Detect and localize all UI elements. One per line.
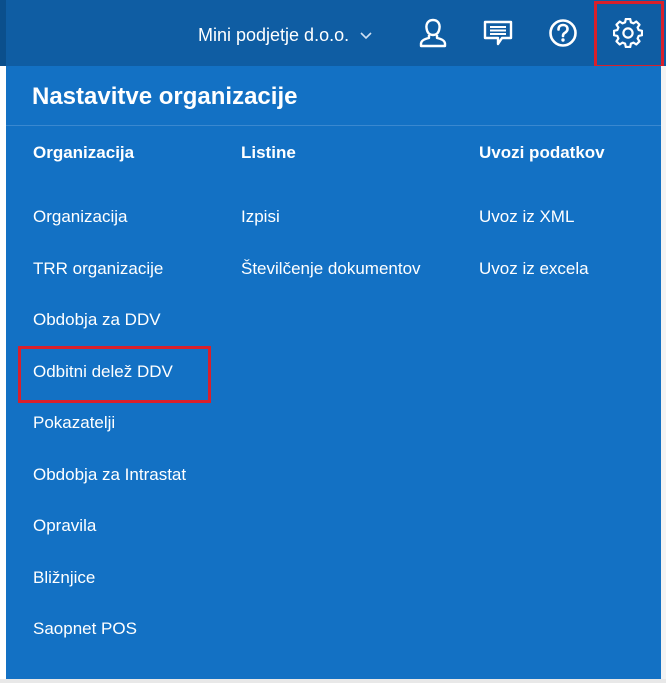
menu-column-uvozi-podatkov: Uvoz iz XML Uvoz iz excela xyxy=(479,206,589,309)
chevron-down-icon xyxy=(360,32,372,40)
menu-item-obdobja-za-ddv[interactable]: Obdobja za DDV xyxy=(33,309,186,361)
messages-button[interactable] xyxy=(475,10,521,56)
menu-item-uvoz-iz-xml[interactable]: Uvoz iz XML xyxy=(479,206,589,258)
company-selector[interactable]: Mini podjetje d.o.o. xyxy=(198,22,373,48)
menu-item-obdobja-za-intrastat[interactable]: Obdobja za Intrastat xyxy=(33,464,186,516)
top-navigation-bar: Mini podjetje d.o.o. xyxy=(0,0,666,66)
menu-item-opravila[interactable]: Opravila xyxy=(33,515,186,567)
help-icon xyxy=(549,19,577,47)
menu-item-saopnet-pos[interactable]: Saopnet POS xyxy=(33,618,186,670)
gear-icon xyxy=(613,18,643,48)
menu-item-bliznjice[interactable]: Bližnjice xyxy=(33,567,186,619)
menu-item-uvoz-iz-excela[interactable]: Uvoz iz excela xyxy=(479,258,589,310)
menu-divider xyxy=(6,125,661,126)
menu-item-trr-organizacije[interactable]: TRR organizacije xyxy=(33,258,186,310)
organization-settings-menu: Nastavitve organizacije Organizacija Lis… xyxy=(6,66,661,681)
settings-button[interactable] xyxy=(605,10,651,56)
page-edge-bottom xyxy=(0,679,666,683)
column-heading-organizacija: Organizacija xyxy=(33,143,135,162)
page-edge-right xyxy=(661,66,666,683)
menu-item-odbitni-delez-ddv[interactable]: Odbitni delež DDV xyxy=(33,361,186,413)
company-name: Mini podjetje d.o.o. xyxy=(198,25,350,45)
column-heading-uvozi-podatkov: Uvozi podatkov xyxy=(479,143,605,162)
menu-column-listine: Izpisi Številčenje dokumentov xyxy=(241,206,421,309)
user-profile-button[interactable] xyxy=(410,10,456,56)
column-heading-listine: Listine xyxy=(241,143,296,162)
message-icon xyxy=(483,20,513,46)
menu-title: Nastavitve organizacije xyxy=(32,83,298,110)
user-icon xyxy=(419,18,447,48)
help-button[interactable] xyxy=(540,10,586,56)
menu-item-stevilcenje-dokumentov[interactable]: Številčenje dokumentov xyxy=(241,258,421,310)
topbar-edge xyxy=(0,0,6,66)
menu-item-organizacija[interactable]: Organizacija xyxy=(33,206,186,258)
menu-column-organizacija: Organizacija TRR organizacije Obdobja za… xyxy=(33,206,186,670)
menu-item-izpisi[interactable]: Izpisi xyxy=(241,206,421,258)
menu-item-pokazatelji[interactable]: Pokazatelji xyxy=(33,412,186,464)
